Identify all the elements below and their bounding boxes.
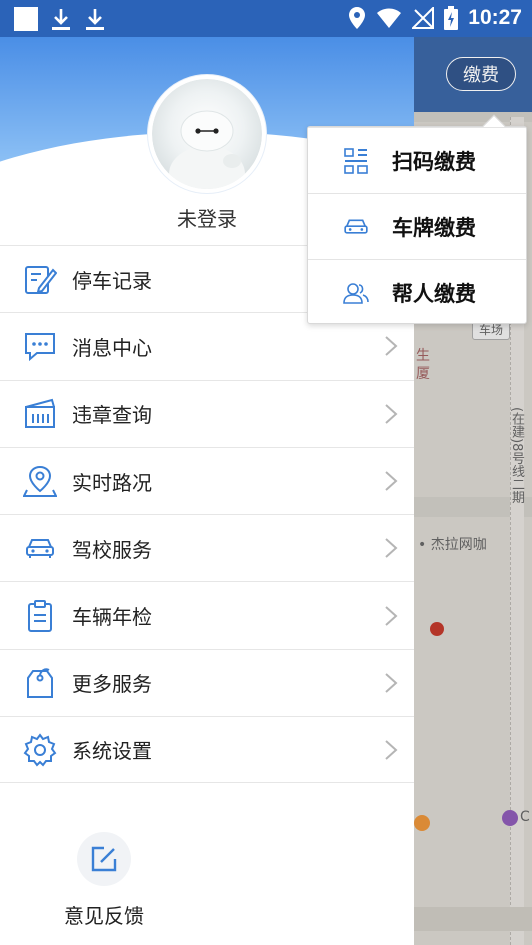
- popup-item-plate-pay[interactable]: 车牌缴费: [308, 193, 526, 259]
- payment-popup-menu: 扫码缴费 车牌缴费 帮人缴费: [307, 114, 527, 325]
- menu-item-label: 车辆年检: [72, 605, 152, 630]
- popup-item-label: 扫码缴费: [392, 149, 476, 174]
- qr-scan-icon: [342, 147, 370, 175]
- chevron-right-icon: [385, 739, 398, 760]
- feedback-button[interactable]: 意见反馈: [42, 832, 166, 929]
- menu-item-violation-query[interactable]: 违章查询: [0, 379, 414, 447]
- chevron-right-icon: [385, 336, 398, 357]
- menu-item-label: 更多服务: [72, 672, 152, 697]
- popup-item-label: 帮人缴费: [392, 281, 476, 306]
- menu-item-label: 驾校服务: [72, 537, 152, 562]
- menu-item-label: 消息中心: [72, 335, 152, 360]
- message-icon: [22, 328, 58, 364]
- chevron-right-icon: [385, 471, 398, 491]
- clipboard-icon: [22, 598, 58, 634]
- baymax-avatar-icon: [169, 110, 245, 189]
- battery-icon: [444, 6, 459, 30]
- status-bar: 10:27: [0, 0, 532, 37]
- popup-item-help-pay[interactable]: 帮人缴费: [308, 259, 526, 325]
- car-icon: [22, 530, 58, 566]
- people-icon: [342, 279, 370, 307]
- status-time: 10:27: [468, 6, 522, 29]
- menu-item-label: 违章查询: [72, 403, 152, 428]
- chevron-right-icon: [385, 673, 398, 693]
- wifi-icon: [377, 8, 402, 28]
- menu-item-annual-inspection[interactable]: 车辆年检: [0, 581, 414, 648]
- menu-item-label: 实时路况: [72, 470, 152, 495]
- popup-item-label: 车牌缴费: [392, 215, 476, 240]
- menu-item-traffic[interactable]: 实时路况: [0, 446, 414, 514]
- menu-item-system-settings[interactable]: 系统设置: [0, 716, 414, 784]
- status-left: [14, 7, 106, 31]
- tag-icon: [22, 665, 58, 701]
- menu-item-driving-school[interactable]: 驾校服务: [0, 514, 414, 581]
- download-icon: [86, 9, 104, 30]
- chevron-right-icon: [385, 403, 398, 424]
- car-icon: [342, 213, 370, 241]
- menu-item-more-services[interactable]: 更多服务: [0, 648, 414, 716]
- popup-item-scan-pay[interactable]: 扫码缴费: [308, 127, 526, 193]
- traffic-icon: [22, 463, 58, 499]
- location-icon: [349, 7, 366, 29]
- chevron-right-icon: [385, 605, 398, 626]
- status-right: 10:27: [348, 6, 522, 30]
- violation-icon: [22, 396, 58, 432]
- avatar[interactable]: [148, 75, 266, 193]
- parking-record-icon: [22, 261, 58, 297]
- download-icon: [52, 9, 70, 30]
- notification-square-icon: [14, 7, 38, 31]
- signal-icon: [412, 7, 435, 29]
- avatar-image: [152, 79, 262, 189]
- edit-icon: [91, 846, 117, 872]
- menu-item-label: 停车记录: [72, 268, 152, 293]
- menu-item-label: 系统设置: [72, 739, 152, 764]
- feedback-icon-circle: [77, 832, 131, 886]
- gear-icon: [22, 732, 58, 768]
- drawer-menu: 停车记录 消息中心 违章查询 实时路况 驾校服务 车辆年检 更多服务 系统设置: [0, 245, 414, 784]
- feedback-label: 意见反馈: [64, 904, 144, 928]
- chevron-right-icon: [385, 538, 398, 559]
